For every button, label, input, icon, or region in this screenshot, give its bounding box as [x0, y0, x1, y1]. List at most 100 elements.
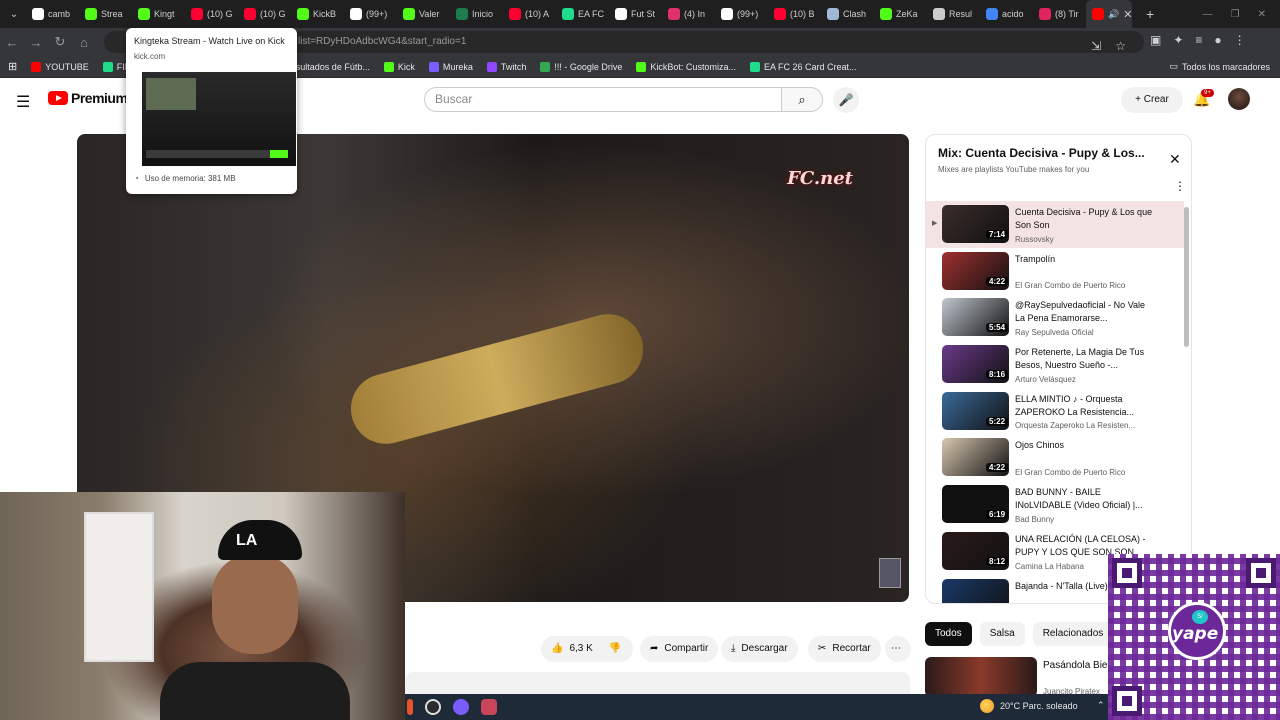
microphone-icon[interactable]: 🎤: [833, 87, 859, 113]
playlist-item[interactable]: ▶ 7:14 Cuenta Decisiva - Pupy & Los que So…: [926, 201, 1184, 248]
playlist-item-title[interactable]: @RaySepulvedaoficial - No Vale La Pena E…: [1015, 299, 1155, 325]
playlist-scrollbar[interactable]: [1184, 207, 1189, 347]
bookmark-item[interactable]: Kick: [383, 61, 415, 72]
browser-tab[interactable]: (10) A: [503, 0, 556, 28]
playlist-item-title[interactable]: Por Retenerte, La Magia De Tus Besos, Nu…: [1015, 346, 1155, 372]
audio-icon[interactable]: 🔊: [1108, 9, 1119, 20]
bookmark-item[interactable]: Mureka: [428, 61, 473, 72]
weather-widget[interactable]: 20°C Parc. soleado: [980, 699, 1078, 713]
youtube-icon: [1092, 8, 1104, 20]
playlist-item-title[interactable]: Ojos Chinos: [1015, 439, 1155, 452]
bookmark-item[interactable]: Twitch: [486, 61, 526, 72]
all-bookmarks-folder[interactable]: ▭ Todos los marcadores: [1169, 61, 1270, 72]
home-button[interactable]: ⌂: [72, 35, 96, 50]
bookmark-item[interactable]: YOUTUBE: [31, 61, 89, 72]
browser-tab[interactable]: Inicio: [450, 0, 503, 28]
filter-chip[interactable]: Salsa: [979, 622, 1025, 646]
filter-chip[interactable]: Relacionados: [1032, 622, 1114, 646]
bookmark-item[interactable]: KickBot: Customiza...: [636, 61, 736, 72]
playlist-item[interactable]: 8:16 Por Retenerte, La Magia De Tus Besos…: [926, 341, 1184, 388]
system-tray-caret-icon[interactable]: ⌃: [1097, 700, 1105, 711]
thumbs-down-icon[interactable]: 👎: [609, 636, 621, 662]
browser-tab[interactable]: Resul: [927, 0, 980, 28]
browser-tab[interactable]: Valer: [397, 0, 450, 28]
reload-button[interactable]: ↻: [48, 34, 72, 50]
recommended-thumbnail[interactable]: [925, 657, 1037, 697]
playlist-item-title[interactable]: BAD BUNNY - BAILE INoLVIDABLE (Video Ofi…: [1015, 486, 1155, 512]
browser-tab[interactable]: (99+): [344, 0, 397, 28]
download-button[interactable]: ⤓ Descargar: [721, 636, 798, 662]
description-box[interactable]: [405, 672, 910, 694]
playlist-item[interactable]: 5:54 @RaySepulvedaoficial - No Vale La Pe…: [926, 294, 1184, 341]
bookmark-item[interactable]: EA FC 26 Card Creat...: [749, 61, 857, 72]
youtube-logo[interactable]: Premium: [48, 90, 128, 106]
create-button[interactable]: + Crear: [1121, 87, 1183, 113]
browser-tab[interactable]: Clash: [821, 0, 874, 28]
like-button[interactable]: 👍 6,3 K 👎: [541, 636, 633, 662]
browser-tab[interactable]: Strea: [79, 0, 132, 28]
tab-label: Clash: [843, 9, 867, 19]
apps-icon[interactable]: ⊞: [8, 60, 17, 73]
browser-tab[interactable]: (8) Tir: [1033, 0, 1086, 28]
filter-chip[interactable]: Todos: [925, 622, 972, 646]
tab-search-button[interactable]: ⌄: [2, 2, 26, 26]
reading-list-icon[interactable]: ≡: [1195, 33, 1202, 47]
account-avatar[interactable]: [1228, 88, 1250, 110]
close-tab-icon[interactable]: ✕: [1123, 8, 1132, 21]
bookmark-star-icon[interactable]: ☆: [1115, 35, 1126, 57]
playlist-item[interactable]: 4:22 Trampolín El Gran Combo de Puerto Ric…: [926, 248, 1184, 295]
browser-tab[interactable]: Fut St: [609, 0, 662, 28]
install-icon[interactable]: ⇲: [1091, 35, 1101, 57]
back-button[interactable]: ←: [0, 35, 24, 50]
qr-finder-top-right: [1246, 558, 1276, 588]
new-tab-button[interactable]: +: [1146, 6, 1154, 22]
playlist-title[interactable]: Mix: Cuenta Decisiva - Pupy & Los...: [938, 146, 1148, 160]
close-window-button[interactable]: ✕: [1258, 9, 1266, 20]
minimize-button[interactable]: —: [1203, 9, 1213, 20]
hamburger-menu-icon[interactable]: ☰: [16, 92, 30, 112]
browser-tab[interactable]: EA FC: [556, 0, 609, 28]
playlist-item-title[interactable]: ELLA MINTIO ♪ - Orquesta ZAPEROKO La Res…: [1015, 393, 1155, 419]
browser-tab[interactable]: (10) G: [185, 0, 238, 28]
taskbar-obs-icon[interactable]: [425, 699, 441, 715]
active-tab[interactable]: 🔊 ✕: [1086, 0, 1132, 28]
browser-tab[interactable]: acido: [980, 0, 1033, 28]
search-icon[interactable]: ⌕: [781, 87, 823, 112]
more-actions-button[interactable]: ⋯: [885, 636, 911, 662]
video-branding-thumbnail[interactable]: [879, 558, 901, 588]
browser-tab[interactable]: (10) B: [768, 0, 821, 28]
share-button[interactable]: ➦ Compartir: [640, 636, 719, 662]
puzzle-icon[interactable]: ✦: [1173, 33, 1183, 47]
taskbar-discord-icon[interactable]: [453, 699, 469, 715]
taskbar-app-icon[interactable]: [407, 699, 413, 715]
clip-button[interactable]: ✂ Recortar: [808, 636, 881, 662]
forward-button[interactable]: →: [24, 35, 48, 50]
browser-tab[interactable]: ZeKa: [874, 0, 927, 28]
browser-tab[interactable]: camb: [26, 0, 79, 28]
tab-list: camb Strea Kingt (10) G (10) G KickB (99+) Vale…: [26, 0, 1086, 28]
browser-tab[interactable]: KickB: [291, 0, 344, 28]
browser-tab[interactable]: Kingt: [132, 0, 185, 28]
maximize-button[interactable]: ❐: [1231, 9, 1240, 20]
recommended-video[interactable]: Pasándola Bien Cesar Pupy Pe... Juancito…: [925, 657, 1113, 697]
playlist-item-title[interactable]: Cuenta Decisiva - Pupy & Los que Son Son: [1015, 206, 1155, 232]
taskbar-fc-icon[interactable]: [481, 699, 497, 715]
browser-tab[interactable]: (10) G: [238, 0, 291, 28]
playlist-item-thumbnail[interactable]: [942, 578, 1009, 603]
recommended-title[interactable]: Pasándola Bien Cesar Pupy Pe...: [1043, 659, 1113, 672]
browser-menu-icon[interactable]: ⋮: [1234, 33, 1246, 47]
playlist-item[interactable]: 6:19 BAD BUNNY - BAILE INoLVIDABLE (Video…: [926, 481, 1184, 528]
playlist-item[interactable]: 5:22 ELLA MINTIO ♪ - Orquesta ZAPEROKO La…: [926, 388, 1184, 435]
bookmark-favicon-icon: [31, 61, 42, 72]
extension-icon[interactable]: ▣: [1150, 33, 1161, 47]
close-playlist-icon[interactable]: ✕: [1169, 151, 1181, 168]
search-input[interactable]: Buscar: [424, 87, 782, 112]
playlist-menu-icon[interactable]: ⋮: [1174, 179, 1186, 193]
bookmark-item[interactable]: !!! - Google Drive: [540, 61, 622, 72]
profile-icon[interactable]: ●: [1214, 33, 1221, 47]
now-playing-icon: ▶: [932, 220, 938, 227]
browser-tab[interactable]: (4) In: [662, 0, 715, 28]
playlist-item-title[interactable]: Trampolín: [1015, 253, 1155, 266]
playlist-item[interactable]: 4:22 Ojos Chinos El Gran Combo de Puerto R…: [926, 434, 1184, 481]
browser-tab[interactable]: (99+): [715, 0, 768, 28]
